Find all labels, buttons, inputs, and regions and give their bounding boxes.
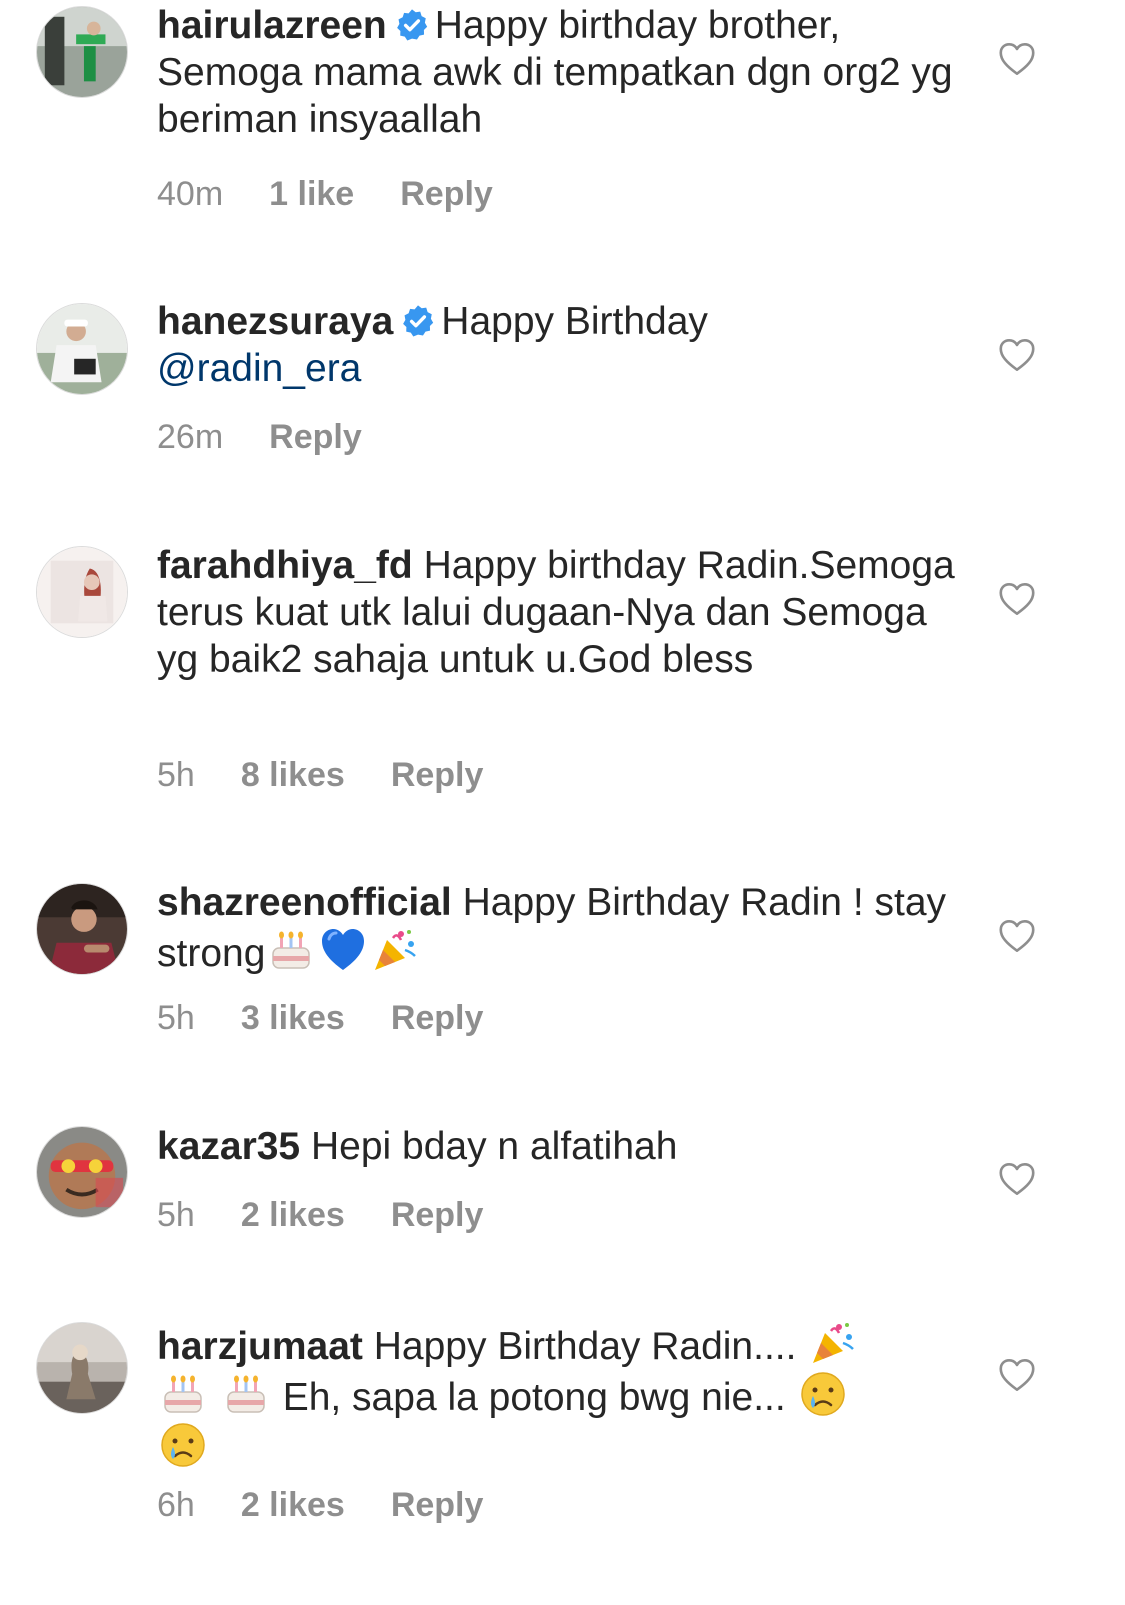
username[interactable]: kazar35 xyxy=(157,1125,300,1168)
avatar[interactable] xyxy=(36,546,128,638)
heart-outline-icon[interactable] xyxy=(998,338,1036,372)
like-count[interactable]: 3 likes xyxy=(241,999,345,1037)
reply-button[interactable]: Reply xyxy=(391,1486,484,1524)
heart-outline-icon[interactable] xyxy=(998,42,1036,76)
comment-body: shazreenofficial Happy Birthday Radin ! … xyxy=(157,879,957,977)
reply-button[interactable]: Reply xyxy=(269,418,362,456)
comment-meta: 6h 2 likes Reply xyxy=(157,1486,529,1525)
like-count[interactable]: 8 likes xyxy=(241,756,345,794)
username[interactable]: farahdhiya_fd xyxy=(157,544,413,587)
comment-meta: 40m 1 like Reply xyxy=(157,175,539,214)
like-count[interactable]: 2 likes xyxy=(241,1196,345,1234)
comment-text: Hepi bday n alfatihah xyxy=(310,1125,678,1168)
blue-heart-emoji xyxy=(319,926,367,974)
username[interactable]: hairulazreen xyxy=(157,4,387,47)
birthday-cake-emoji xyxy=(159,1370,207,1418)
avatar[interactable] xyxy=(36,6,128,98)
comment-text: Happy Birthday xyxy=(441,300,708,343)
crying-face-emoji xyxy=(799,1370,847,1418)
like-count[interactable]: 1 like xyxy=(269,175,354,213)
heart-outline-icon[interactable] xyxy=(998,1162,1036,1196)
comment-body: harzjumaat Happy Birthday Radin.... Eh, … xyxy=(157,1319,957,1472)
comment-body: hairulazreen Happy birthday brother, Semo… xyxy=(157,2,957,143)
avatar[interactable] xyxy=(36,1322,128,1414)
party-popper-emoji xyxy=(371,926,419,974)
comment-meta: 26m Reply xyxy=(157,418,408,457)
birthday-cake-emoji xyxy=(267,926,315,974)
username[interactable]: hanezsuraya xyxy=(157,300,393,343)
comment-time: 5h xyxy=(157,999,195,1037)
reply-button[interactable]: Reply xyxy=(391,999,484,1037)
comment-time: 5h xyxy=(157,1196,195,1234)
avatar[interactable] xyxy=(36,1126,128,1218)
avatar[interactable] xyxy=(36,883,128,975)
comment-time: 5h xyxy=(157,756,195,794)
comment-body: hanezsuraya Happy Birthday @radin_era xyxy=(157,298,957,392)
mention-link[interactable]: @radin_era xyxy=(157,347,361,390)
heart-outline-icon[interactable] xyxy=(998,582,1036,616)
heart-outline-icon[interactable] xyxy=(998,919,1036,953)
reply-button[interactable]: Reply xyxy=(391,1196,484,1234)
avatar[interactable] xyxy=(36,303,128,395)
comment-time: 40m xyxy=(157,175,224,213)
crying-face-emoji xyxy=(159,1421,207,1469)
comment-meta: 5h 2 likes Reply xyxy=(157,1196,529,1235)
reply-button[interactable]: Reply xyxy=(400,175,493,213)
verified-badge-icon xyxy=(401,304,435,338)
comment-body: farahdhiya_fd Happy birthday Radin.Semog… xyxy=(157,542,957,683)
comment-time: 26m xyxy=(157,418,224,456)
verified-badge-icon xyxy=(395,8,429,42)
comment-text-a: Happy Birthday Radin.... xyxy=(373,1325,797,1368)
comment-meta: 5h 8 likes Reply xyxy=(157,756,529,795)
comment-body: kazar35 Hepi bday n alfatihah xyxy=(157,1123,957,1170)
username[interactable]: shazreenofficial xyxy=(157,881,452,924)
like-count[interactable]: 2 likes xyxy=(241,1486,345,1524)
party-popper-emoji xyxy=(809,1319,857,1367)
birthday-cake-emoji xyxy=(222,1370,270,1418)
username[interactable]: harzjumaat xyxy=(157,1325,363,1368)
comment-time: 6h xyxy=(157,1486,195,1524)
reply-button[interactable]: Reply xyxy=(391,756,484,794)
comment-meta: 5h 3 likes Reply xyxy=(157,999,529,1038)
comment-text-b: Eh, sapa la potong bwg nie... xyxy=(282,1376,786,1419)
heart-outline-icon[interactable] xyxy=(998,1358,1036,1392)
